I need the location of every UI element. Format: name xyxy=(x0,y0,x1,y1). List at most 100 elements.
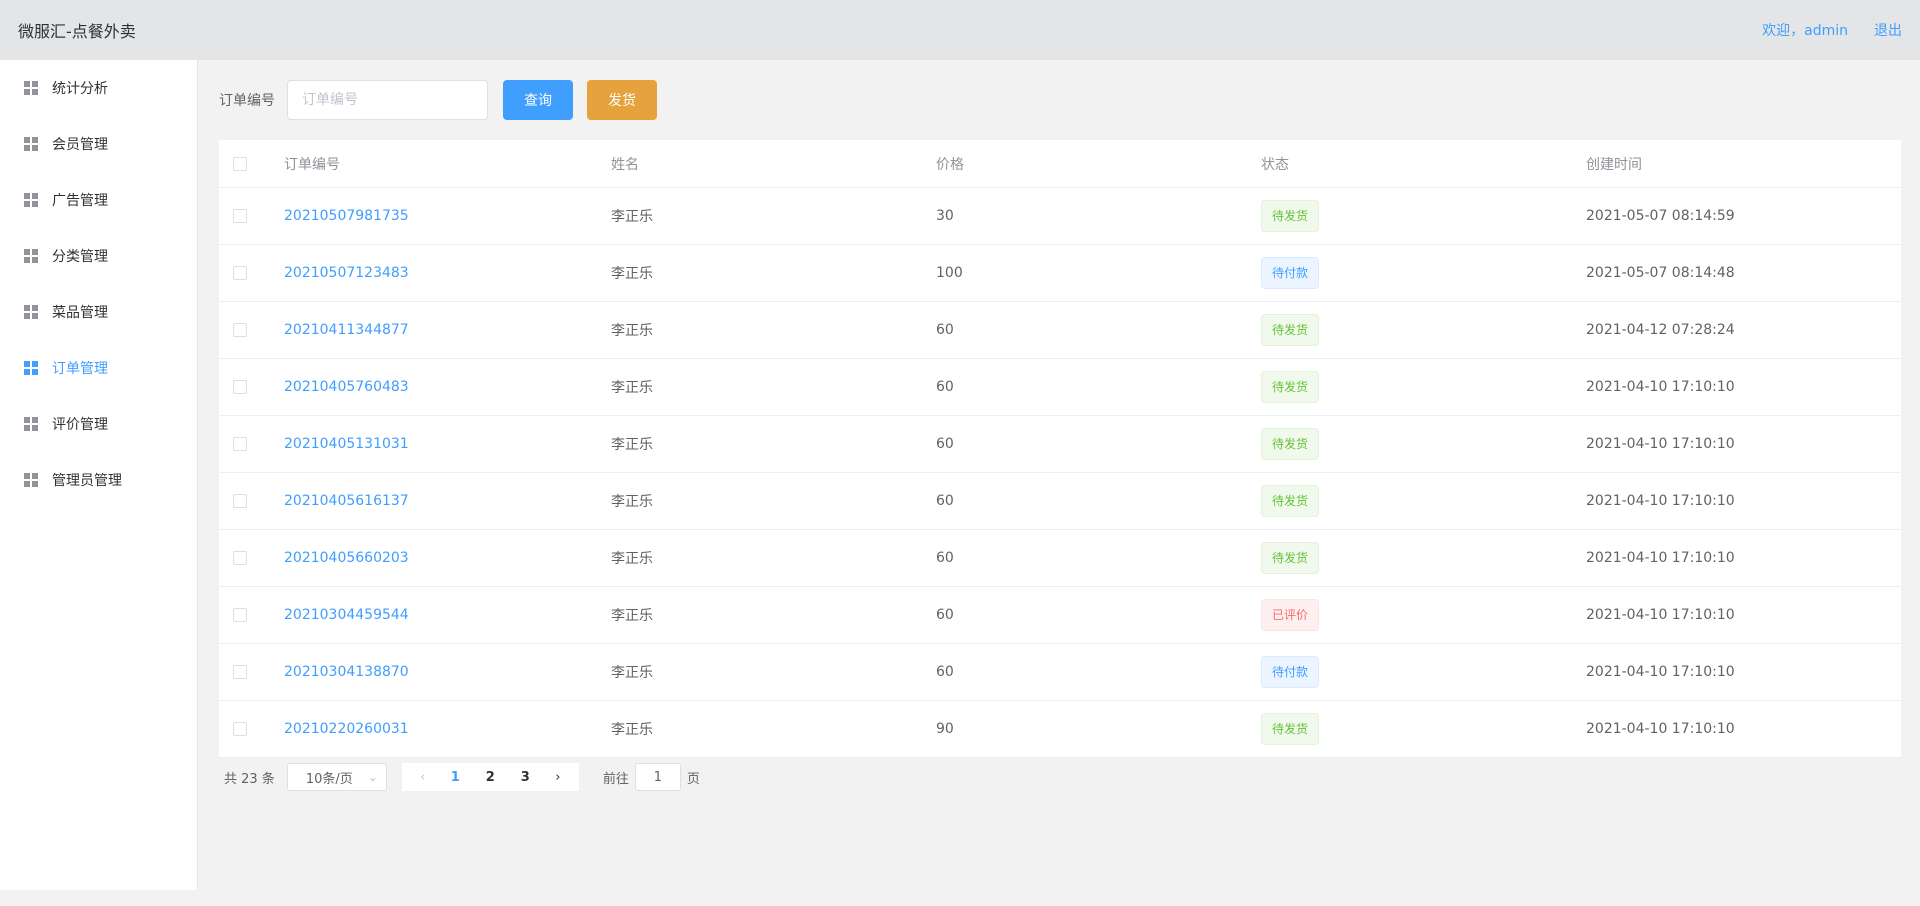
ship-button[interactable]: 发货 xyxy=(587,80,657,120)
order-no-link[interactable]: 20210507123483 xyxy=(284,265,409,281)
created-time: 2021-05-07 08:14:59 xyxy=(1586,208,1735,224)
row-checkbox[interactable] xyxy=(233,665,247,679)
page-list: ‹ 123 › xyxy=(401,763,579,791)
row-checkbox[interactable] xyxy=(233,323,247,337)
customer-name: 李正乐 xyxy=(611,266,653,282)
status-badge: 待发货 xyxy=(1261,485,1320,517)
header-name: 姓名 xyxy=(611,156,639,173)
header-user-area: 欢迎，admin 退出 xyxy=(1762,20,1902,40)
prev-page-icon[interactable]: ‹ xyxy=(408,770,438,785)
sidebar-item-3[interactable]: 分类管理 xyxy=(0,228,197,284)
order-price: 60 xyxy=(936,664,954,680)
sidebar-item-0[interactable]: 统计分析 xyxy=(0,60,197,116)
grid-icon xyxy=(24,473,38,487)
status-badge: 待付款 xyxy=(1261,257,1320,289)
created-time: 2021-04-10 17:10:10 xyxy=(1586,436,1735,452)
grid-icon xyxy=(24,305,38,319)
table-row: 20210405660203 李正乐 60 待发货 2021-04-10 17:10:1… xyxy=(219,530,1901,587)
header-status: 状态 xyxy=(1261,156,1289,173)
order-no-input[interactable] xyxy=(287,80,488,120)
table-row: 20210405131031 李正乐 60 待发货 2021-04-10 17:10:1… xyxy=(219,416,1901,473)
order-no-link[interactable]: 20210507981735 xyxy=(284,208,409,224)
status-badge: 待发货 xyxy=(1261,713,1320,745)
sidebar-item-7[interactable]: 管理员管理 xyxy=(0,452,197,508)
page-number-3[interactable]: 3 xyxy=(508,770,543,785)
order-no-link[interactable]: 20210405616137 xyxy=(284,493,409,509)
next-page-icon[interactable]: › xyxy=(543,770,573,785)
query-button[interactable]: 查询 xyxy=(503,80,573,120)
pagination: 共 23 条 10条/页 ⌄ ‹ 123 › 前往 页 xyxy=(219,760,1901,794)
sidebar-item-1[interactable]: 会员管理 xyxy=(0,116,197,172)
order-no-link[interactable]: 20210411344877 xyxy=(284,322,409,338)
grid-icon xyxy=(24,81,38,95)
order-price: 60 xyxy=(936,550,954,566)
table-header: 订单编号 姓名 价格 状态 创建时间 xyxy=(219,140,1901,188)
total-count: 共 23 条 xyxy=(224,771,275,787)
order-no-label: 订单编号 xyxy=(219,93,275,109)
order-price: 60 xyxy=(936,436,954,452)
status-badge: 待发货 xyxy=(1261,542,1320,574)
customer-name: 李正乐 xyxy=(611,551,653,567)
table-body: 20210507981735 李正乐 30 待发货 2021-05-07 08:14:5… xyxy=(219,188,1901,758)
welcome-user-link[interactable]: 欢迎，admin xyxy=(1762,20,1848,40)
sidebar-item-6[interactable]: 评价管理 xyxy=(0,396,197,452)
order-no-link[interactable]: 20210304459544 xyxy=(284,607,409,623)
created-time: 2021-04-10 17:10:10 xyxy=(1586,550,1735,566)
page-number-2[interactable]: 2 xyxy=(473,770,508,785)
sidebar-item-label: 订单管理 xyxy=(52,361,108,377)
sidebar-item-2[interactable]: 广告管理 xyxy=(0,172,197,228)
search-toolbar: 订单编号 查询 发货 xyxy=(219,60,1901,140)
status-badge: 待付款 xyxy=(1261,656,1320,688)
table-row: 20210220260031 李正乐 90 待发货 2021-04-10 17:10:1… xyxy=(219,701,1901,758)
sidebar-menu: 统计分析会员管理广告管理分类管理菜品管理订单管理评价管理 管理员管理 xyxy=(0,60,197,508)
customer-name: 李正乐 xyxy=(611,323,653,339)
sidebar-item-label: 菜品管理 xyxy=(52,305,108,321)
grid-icon xyxy=(24,361,38,375)
goto-label: 前往 xyxy=(602,771,629,787)
customer-name: 李正乐 xyxy=(611,380,653,396)
created-time: 2021-04-12 07:28:24 xyxy=(1586,322,1735,338)
row-checkbox[interactable] xyxy=(233,209,247,223)
status-badge: 待发货 xyxy=(1261,200,1320,232)
page-suffix: 页 xyxy=(686,771,700,787)
header-order-no: 订单编号 xyxy=(284,156,340,173)
row-checkbox[interactable] xyxy=(233,608,247,622)
created-time: 2021-04-10 17:10:10 xyxy=(1586,607,1735,623)
customer-name: 李正乐 xyxy=(611,437,653,453)
status-badge: 待发货 xyxy=(1261,371,1320,403)
created-time: 2021-04-10 17:10:10 xyxy=(1586,664,1735,680)
select-all-checkbox[interactable] xyxy=(233,156,247,171)
row-checkbox[interactable] xyxy=(233,266,247,280)
order-no-link[interactable]: 20210405131031 xyxy=(284,436,409,452)
sidebar-item-label: 会员管理 xyxy=(52,137,108,153)
logout-link[interactable]: 退出 xyxy=(1874,20,1902,40)
order-no-link[interactable]: 20210304138870 xyxy=(284,664,409,680)
row-checkbox[interactable] xyxy=(233,494,247,508)
order-no-link[interactable]: 20210220260031 xyxy=(284,721,409,737)
sidebar-item-5[interactable]: 订单管理 xyxy=(0,340,197,396)
created-time: 2021-04-10 17:10:10 xyxy=(1586,379,1735,395)
row-checkbox[interactable] xyxy=(233,551,247,565)
sidebar-item-4[interactable]: 菜品管理 xyxy=(0,284,197,340)
order-price: 60 xyxy=(936,322,954,338)
page-size-value: 10条/页 xyxy=(305,771,353,787)
page-number-1[interactable]: 1 xyxy=(438,770,473,785)
chevron-down-icon: ⌄ xyxy=(367,770,378,784)
sidebar: 统计分析会员管理广告管理分类管理菜品管理订单管理评价管理 管理员管理 xyxy=(0,60,198,890)
goto-page-input[interactable] xyxy=(634,763,681,791)
row-checkbox[interactable] xyxy=(233,722,247,736)
customer-name: 李正乐 xyxy=(611,665,653,681)
page-size-select[interactable]: 10条/页 ⌄ xyxy=(286,763,387,791)
sidebar-item-label: 分类管理 xyxy=(52,249,108,265)
order-no-link[interactable]: 20210405660203 xyxy=(284,550,409,566)
order-no-link[interactable]: 20210405760483 xyxy=(284,379,409,395)
row-checkbox[interactable] xyxy=(233,437,247,451)
grid-icon xyxy=(24,249,38,263)
customer-name: 李正乐 xyxy=(611,494,653,510)
row-checkbox[interactable] xyxy=(233,380,247,394)
grid-icon xyxy=(24,137,38,151)
top-header: 微服汇-点餐外卖 欢迎，admin 退出 xyxy=(0,0,1920,60)
created-time: 2021-04-10 17:10:10 xyxy=(1586,721,1735,737)
header-created: 创建时间 xyxy=(1586,156,1642,173)
customer-name: 李正乐 xyxy=(611,608,653,624)
